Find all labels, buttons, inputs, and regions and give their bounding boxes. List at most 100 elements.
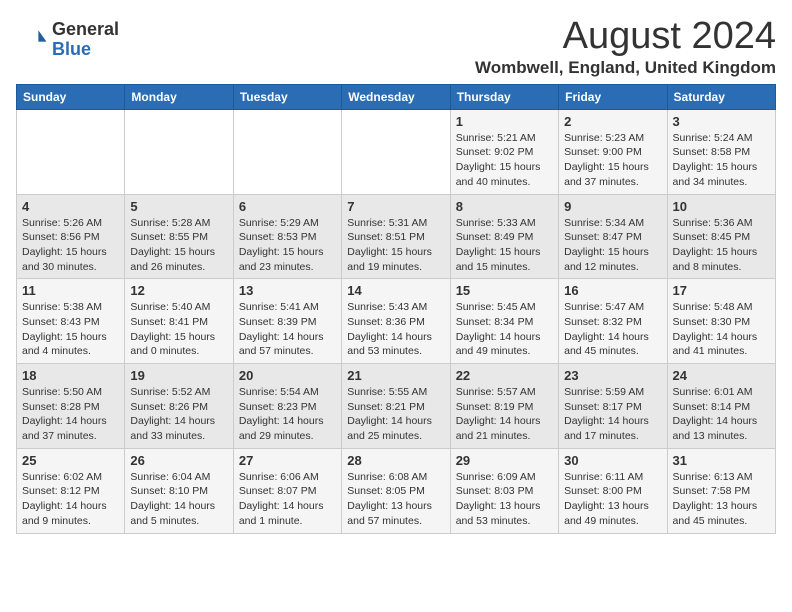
day-info: Sunrise: 6:02 AM Sunset: 8:12 PM Dayligh… (22, 470, 119, 529)
day-info: Sunrise: 5:48 AM Sunset: 8:30 PM Dayligh… (673, 300, 770, 359)
calendar-day-cell: 7Sunrise: 5:31 AM Sunset: 8:51 PM Daylig… (342, 194, 450, 279)
day-number: 30 (564, 453, 661, 468)
day-number: 9 (564, 199, 661, 214)
calendar-week-row: 18 Sunrise: 5:50 AM Sunset: 8:28 PM Dayli… (17, 364, 776, 449)
calendar-header-row: SundayMondayTuesdayWednesdayThursdayFrid… (17, 84, 776, 109)
day-info: Sunrise: 5:21 AM Sunset: 9:02 PM Dayligh… (456, 131, 553, 190)
calendar-day-cell: 20Sunrise: 5:54 AM Sunset: 8:23 PM Dayli… (233, 364, 341, 449)
day-info: Sunrise: 5:26 AM Sunset: 8:56 PM Dayligh… (22, 216, 119, 275)
day-number: 7 (347, 199, 444, 214)
calendar-day-cell: 4Sunrise: 5:26 AM Sunset: 8:56 PM Daylig… (17, 194, 125, 279)
day-number: 21 (347, 368, 444, 383)
day-number: 26 (130, 453, 227, 468)
calendar-day-cell: 29Sunrise: 6:09 AM Sunset: 8:03 PM Dayli… (450, 448, 558, 533)
day-info: Sunrise: 5:54 AM Sunset: 8:23 PM Dayligh… (239, 385, 336, 444)
logo: General Blue (16, 20, 119, 60)
column-header-sunday: Sunday (17, 84, 125, 109)
day-info: Sunrise: 5:29 AM Sunset: 8:53 PM Dayligh… (239, 216, 336, 275)
calendar-day-cell: 28 Sunrise: 6:08 AM Sunset: 8:05 PM Dayli… (342, 448, 450, 533)
day-number: 28 (347, 453, 444, 468)
calendar-title: August 2024 (475, 16, 776, 58)
column-header-thursday: Thursday (450, 84, 558, 109)
calendar-day-cell: 13 Sunrise: 5:41 AM Sunset: 8:39 PM Dayli… (233, 279, 341, 364)
day-number: 29 (456, 453, 553, 468)
logo-text: General Blue (52, 20, 119, 60)
calendar-day-cell: 2Sunrise: 5:23 AM Sunset: 9:00 PM Daylig… (559, 109, 667, 194)
calendar-day-cell (342, 109, 450, 194)
calendar-day-cell (233, 109, 341, 194)
day-info: Sunrise: 6:13 AM Sunset: 7:58 PM Dayligh… (673, 470, 770, 529)
calendar-day-cell: 12 Sunrise: 5:40 AM Sunset: 8:41 PM Dayli… (125, 279, 233, 364)
calendar-day-cell: 3 Sunrise: 5:24 AM Sunset: 8:58 PM Daylig… (667, 109, 775, 194)
calendar-day-cell: 1Sunrise: 5:21 AM Sunset: 9:02 PM Daylig… (450, 109, 558, 194)
day-info: Sunrise: 5:36 AM Sunset: 8:45 PM Dayligh… (673, 216, 770, 275)
day-info: Sunrise: 5:34 AM Sunset: 8:47 PM Dayligh… (564, 216, 661, 275)
column-header-saturday: Saturday (667, 84, 775, 109)
logo-icon (16, 24, 48, 56)
day-info: Sunrise: 5:59 AM Sunset: 8:17 PM Dayligh… (564, 385, 661, 444)
day-info: Sunrise: 5:40 AM Sunset: 8:41 PM Dayligh… (130, 300, 227, 359)
page-header: General Blue August 2024 Wombwell, Engla… (16, 16, 776, 78)
calendar-subtitle: Wombwell, England, United Kingdom (475, 58, 776, 78)
calendar-table: SundayMondayTuesdayWednesdayThursdayFrid… (16, 84, 776, 534)
calendar-day-cell: 10 Sunrise: 5:36 AM Sunset: 8:45 PM Dayli… (667, 194, 775, 279)
calendar-week-row: 25 Sunrise: 6:02 AM Sunset: 8:12 PM Dayli… (17, 448, 776, 533)
day-number: 15 (456, 283, 553, 298)
day-number: 2 (564, 114, 661, 129)
day-number: 19 (130, 368, 227, 383)
day-info: Sunrise: 6:08 AM Sunset: 8:05 PM Dayligh… (347, 470, 444, 529)
day-info: Sunrise: 5:38 AM Sunset: 8:43 PM Dayligh… (22, 300, 119, 359)
calendar-day-cell: 11Sunrise: 5:38 AM Sunset: 8:43 PM Dayli… (17, 279, 125, 364)
calendar-day-cell: 5 Sunrise: 5:28 AM Sunset: 8:55 PM Daylig… (125, 194, 233, 279)
day-number: 23 (564, 368, 661, 383)
column-header-tuesday: Tuesday (233, 84, 341, 109)
day-number: 18 (22, 368, 119, 383)
calendar-week-row: 11Sunrise: 5:38 AM Sunset: 8:43 PM Dayli… (17, 279, 776, 364)
calendar-day-cell: 26 Sunrise: 6:04 AM Sunset: 8:10 PM Dayli… (125, 448, 233, 533)
day-number: 25 (22, 453, 119, 468)
day-number: 5 (130, 199, 227, 214)
calendar-day-cell (125, 109, 233, 194)
calendar-day-cell: 8Sunrise: 5:33 AM Sunset: 8:49 PM Daylig… (450, 194, 558, 279)
day-info: Sunrise: 6:06 AM Sunset: 8:07 PM Dayligh… (239, 470, 336, 529)
day-number: 31 (673, 453, 770, 468)
calendar-day-cell: 31 Sunrise: 6:13 AM Sunset: 7:58 PM Dayli… (667, 448, 775, 533)
day-info: Sunrise: 5:28 AM Sunset: 8:55 PM Dayligh… (130, 216, 227, 275)
day-info: Sunrise: 6:04 AM Sunset: 8:10 PM Dayligh… (130, 470, 227, 529)
day-info: Sunrise: 6:11 AM Sunset: 8:00 PM Dayligh… (564, 470, 661, 529)
calendar-day-cell: 15Sunrise: 5:45 AM Sunset: 8:34 PM Dayli… (450, 279, 558, 364)
day-number: 10 (673, 199, 770, 214)
day-number: 8 (456, 199, 553, 214)
calendar-week-row: 1Sunrise: 5:21 AM Sunset: 9:02 PM Daylig… (17, 109, 776, 194)
calendar-day-cell: 24Sunrise: 6:01 AM Sunset: 8:14 PM Dayli… (667, 364, 775, 449)
column-header-wednesday: Wednesday (342, 84, 450, 109)
calendar-day-cell (17, 109, 125, 194)
day-number: 12 (130, 283, 227, 298)
calendar-day-cell: 21 Sunrise: 5:55 AM Sunset: 8:21 PM Dayli… (342, 364, 450, 449)
day-number: 13 (239, 283, 336, 298)
day-number: 3 (673, 114, 770, 129)
day-number: 6 (239, 199, 336, 214)
calendar-week-row: 4Sunrise: 5:26 AM Sunset: 8:56 PM Daylig… (17, 194, 776, 279)
column-header-friday: Friday (559, 84, 667, 109)
day-info: Sunrise: 6:01 AM Sunset: 8:14 PM Dayligh… (673, 385, 770, 444)
day-number: 27 (239, 453, 336, 468)
calendar-day-cell: 30 Sunrise: 6:11 AM Sunset: 8:00 PM Dayli… (559, 448, 667, 533)
column-header-monday: Monday (125, 84, 233, 109)
day-info: Sunrise: 5:50 AM Sunset: 8:28 PM Dayligh… (22, 385, 119, 444)
title-block: August 2024 Wombwell, England, United Ki… (475, 16, 776, 78)
day-number: 17 (673, 283, 770, 298)
calendar-day-cell: 17 Sunrise: 5:48 AM Sunset: 8:30 PM Dayli… (667, 279, 775, 364)
day-info: Sunrise: 5:41 AM Sunset: 8:39 PM Dayligh… (239, 300, 336, 359)
day-info: Sunrise: 5:55 AM Sunset: 8:21 PM Dayligh… (347, 385, 444, 444)
calendar-day-cell: 18 Sunrise: 5:50 AM Sunset: 8:28 PM Dayli… (17, 364, 125, 449)
day-info: Sunrise: 5:57 AM Sunset: 8:19 PM Dayligh… (456, 385, 553, 444)
calendar-day-cell: 6 Sunrise: 5:29 AM Sunset: 8:53 PM Daylig… (233, 194, 341, 279)
day-info: Sunrise: 5:43 AM Sunset: 8:36 PM Dayligh… (347, 300, 444, 359)
calendar-day-cell: 23 Sunrise: 5:59 AM Sunset: 8:17 PM Dayli… (559, 364, 667, 449)
day-info: Sunrise: 5:24 AM Sunset: 8:58 PM Dayligh… (673, 131, 770, 190)
calendar-day-cell: 14Sunrise: 5:43 AM Sunset: 8:36 PM Dayli… (342, 279, 450, 364)
day-number: 16 (564, 283, 661, 298)
calendar-day-cell: 9 Sunrise: 5:34 AM Sunset: 8:47 PM Daylig… (559, 194, 667, 279)
calendar-day-cell: 16Sunrise: 5:47 AM Sunset: 8:32 PM Dayli… (559, 279, 667, 364)
